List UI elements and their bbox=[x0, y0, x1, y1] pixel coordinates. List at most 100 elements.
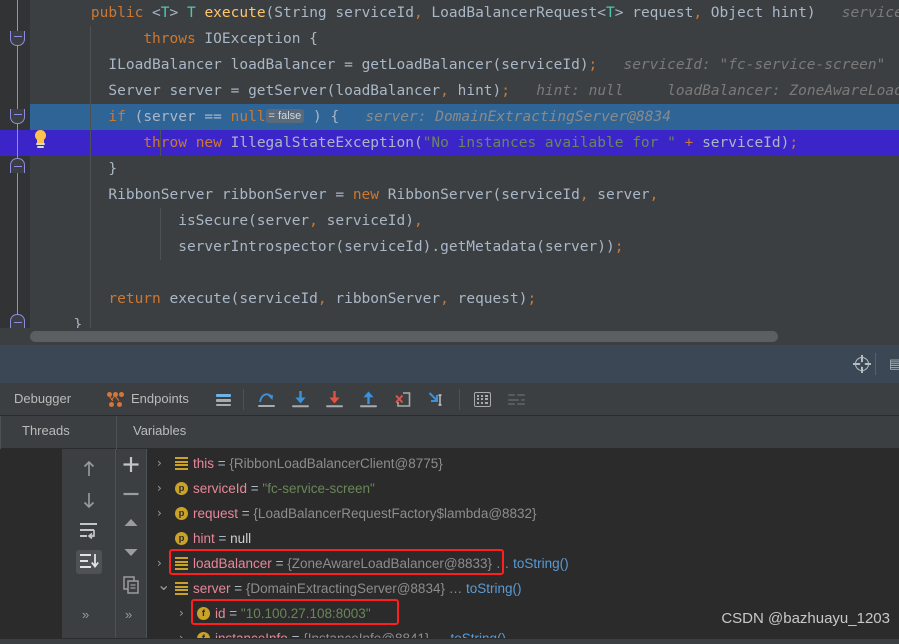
line-ribbonserver[interactable]: RibbonServer ribbonServer = new RibbonSe… bbox=[56, 182, 899, 208]
variables-toolbar-right[interactable]: » bbox=[116, 449, 147, 644]
code-token: getLoadBalancer bbox=[361, 57, 493, 73]
variables-toolbar-left[interactable]: » bbox=[62, 449, 116, 644]
endpoints-tab-label[interactable]: Endpoints bbox=[131, 391, 189, 406]
line-issecure[interactable]: isSecure(server, serviceId), bbox=[56, 208, 899, 234]
variable-name: serviceId bbox=[193, 481, 248, 496]
line-return[interactable]: return execute(serviceId, ribbonServer, … bbox=[56, 286, 899, 312]
variable-text: serviceId = "fc-service-screen" bbox=[193, 476, 375, 501]
expand-chevron-icon[interactable]: › bbox=[157, 476, 162, 501]
code-token: } bbox=[108, 161, 118, 177]
move-up-icon[interactable] bbox=[76, 457, 102, 481]
step-into-icon[interactable] bbox=[292, 391, 309, 408]
code-token: hint: null bbox=[510, 83, 624, 99]
variable-row[interactable]: › this = {RibbonLoadBalancerClient@8775} bbox=[147, 451, 899, 476]
fold-marker-if[interactable] bbox=[10, 109, 25, 124]
line-blank[interactable] bbox=[56, 260, 899, 286]
code-token: loadBalancer: ZoneAwareLoad bbox=[623, 83, 899, 99]
fold-marker-method[interactable] bbox=[10, 31, 25, 46]
filter-lines-icon[interactable] bbox=[508, 391, 525, 408]
expand-chevron-icon[interactable]: › bbox=[157, 451, 162, 476]
editor-fold-gutter[interactable] bbox=[30, 0, 56, 345]
line-close-if[interactable]: } bbox=[56, 156, 899, 182]
variable-value: null bbox=[230, 531, 252, 546]
variable-row[interactable]: › loadBalancer = {ZoneAwareLoadBalancer@8… bbox=[147, 551, 899, 576]
return-arrow-icon[interactable] bbox=[76, 519, 102, 543]
sort-down-icon[interactable] bbox=[76, 550, 102, 574]
variable-row[interactable]: › p serviceId = "fc-service-screen" bbox=[147, 476, 899, 501]
intention-bulb-icon[interactable] bbox=[32, 130, 48, 148]
code-editor[interactable]: public <T> T execute(String serviceId, L… bbox=[0, 0, 899, 345]
move-down-icon[interactable] bbox=[76, 488, 102, 512]
layout-lines-icon[interactable] bbox=[215, 391, 232, 408]
debugger-tab-label[interactable]: Debugger bbox=[14, 391, 71, 406]
code-token: "fc-service-screen" bbox=[719, 57, 886, 73]
code-token: , bbox=[440, 83, 449, 99]
code-token: serviceId) bbox=[317, 213, 414, 229]
variable-equals: = bbox=[214, 456, 230, 471]
line-throw[interactable]: throw new IllegalStateException("No inst… bbox=[56, 130, 899, 156]
code-token: IOException { bbox=[204, 31, 318, 47]
line-getloadbalancer[interactable]: ILoadBalancer loadBalancer = getLoadBala… bbox=[56, 52, 899, 78]
calculator-grid-icon[interactable] bbox=[474, 392, 491, 407]
expand-chevron-icon[interactable]: ⌄ bbox=[157, 572, 170, 597]
band-edge-icon[interactable]: ▤ bbox=[889, 356, 899, 372]
remove-watch-icon[interactable] bbox=[118, 482, 144, 506]
variable-tostring-link[interactable]: toString() bbox=[513, 556, 569, 571]
watch-up-icon[interactable] bbox=[118, 511, 144, 535]
bottom-strip bbox=[0, 638, 899, 644]
code-token: Server server = bbox=[108, 83, 249, 99]
expand-chevron-icon[interactable]: › bbox=[157, 501, 162, 526]
variable-name: this bbox=[193, 456, 215, 471]
line-signature[interactable]: public <T> T execute(String serviceId, L… bbox=[56, 0, 899, 26]
variable-name: hint bbox=[193, 531, 215, 546]
tab-variables[interactable]: Variables bbox=[133, 423, 186, 438]
code-token: , bbox=[317, 291, 327, 307]
variable-row[interactable]: ⌄ server = {DomainExtractingServer@8834} … bbox=[147, 575, 899, 601]
fold-marker-method-end[interactable] bbox=[10, 314, 25, 329]
add-watch-icon[interactable] bbox=[118, 453, 144, 477]
line-throws[interactable]: throws IOException { bbox=[56, 26, 899, 52]
code-token: (String serviceId bbox=[265, 5, 414, 21]
line-serverintrospector[interactable]: serverIntrospector(serviceId).getMetadat… bbox=[56, 234, 899, 260]
debugger-panel-tabs[interactable]: Threads Variables bbox=[0, 416, 899, 449]
crosshair-target-icon[interactable] bbox=[853, 355, 871, 373]
code-token: return bbox=[108, 291, 170, 307]
variable-tostring-link[interactable]: toString() bbox=[466, 581, 522, 596]
code-token: server: DomainExtractingServer@8834 bbox=[339, 109, 671, 125]
step-out-icon[interactable] bbox=[360, 391, 377, 408]
fold-marker-if-end[interactable] bbox=[10, 158, 25, 173]
code-content[interactable]: public <T> T execute(String serviceId, L… bbox=[56, 0, 899, 333]
variable-row[interactable]: p hint = null bbox=[147, 526, 899, 551]
code-token: = false bbox=[265, 109, 305, 123]
force-step-into-icon[interactable] bbox=[326, 391, 343, 408]
code-token: ribbonServer bbox=[326, 291, 441, 307]
watch-down-icon[interactable] bbox=[118, 540, 144, 564]
more-options-icon-left[interactable]: » bbox=[82, 607, 89, 622]
code-token: (loadBalancer bbox=[326, 83, 441, 99]
code-token: ; bbox=[527, 291, 537, 307]
variable-row[interactable]: › p request = {LoadBalancerRequestFactory$… bbox=[147, 501, 899, 526]
editor-hscrollbar-thumb[interactable] bbox=[30, 331, 778, 342]
code-token: , bbox=[309, 213, 318, 229]
code-token: RibbonServer ribbonServer = bbox=[108, 187, 353, 203]
code-token: , bbox=[413, 5, 423, 21]
variable-name: request bbox=[193, 506, 239, 521]
debugger-toolbar[interactable]: Debugger Endpoints bbox=[0, 383, 899, 416]
variable-equals: = bbox=[238, 506, 254, 521]
step-over-icon[interactable] bbox=[258, 391, 275, 408]
expand-chevron-icon[interactable]: › bbox=[179, 601, 184, 626]
param-circle-icon: p bbox=[175, 507, 188, 520]
threads-pane[interactable] bbox=[0, 449, 62, 644]
code-token: ( bbox=[413, 135, 423, 151]
code-token: ; bbox=[614, 239, 624, 255]
code-token: ILoadBalancer loadBalancer = bbox=[108, 57, 362, 73]
line-if-null[interactable]: if (server == null = false ) { server: Do… bbox=[56, 104, 899, 130]
code-token: new bbox=[352, 187, 388, 203]
tab-threads[interactable]: Threads bbox=[22, 423, 70, 438]
run-to-cursor-icon[interactable] bbox=[428, 391, 445, 408]
more-options-icon-right[interactable]: » bbox=[125, 607, 132, 622]
copy-icon[interactable] bbox=[118, 573, 144, 597]
line-getserver[interactable]: Server server = getServer(loadBalancer, … bbox=[56, 78, 899, 104]
drop-frame-icon[interactable] bbox=[394, 391, 411, 408]
